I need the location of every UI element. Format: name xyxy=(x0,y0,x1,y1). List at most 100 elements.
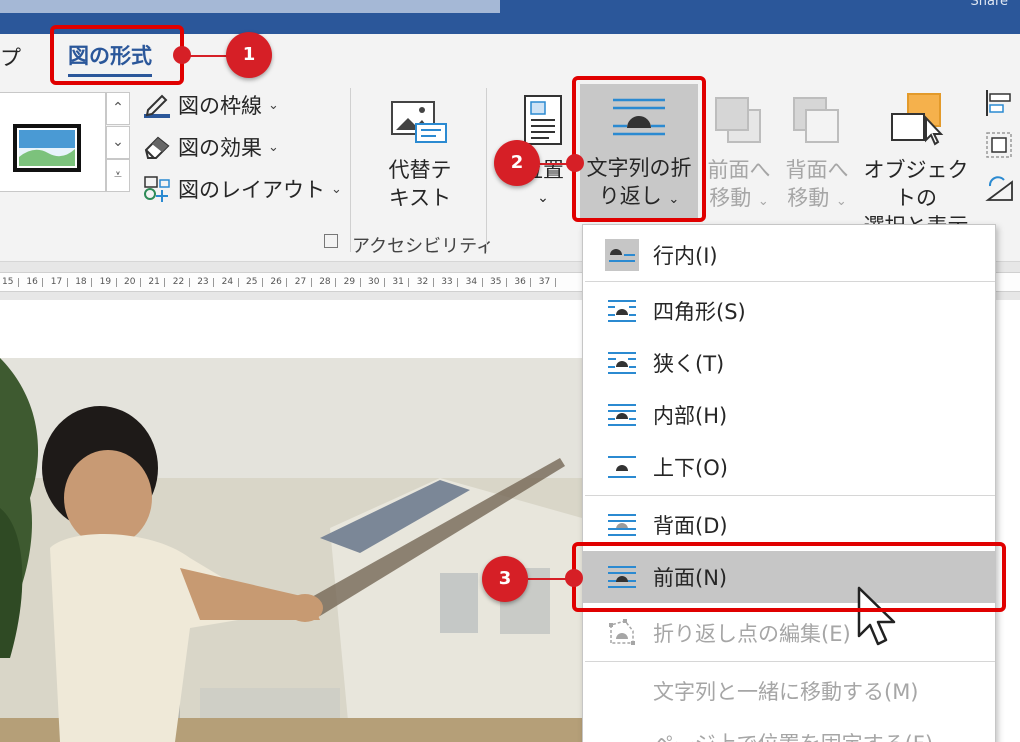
chevron-down-icon: ⌄ xyxy=(331,181,342,197)
menu-item-edit-wrap-points-label: 折り返し点の編集(E) xyxy=(653,622,851,646)
ruler-tick-mark xyxy=(115,278,117,287)
ruler-tick-label: 23 xyxy=(197,277,209,287)
ruler-tick-mark xyxy=(457,278,459,287)
ruler-tick-label: 30 xyxy=(368,277,380,287)
selection-pane-label-line1: オブジェクトの xyxy=(863,158,969,210)
ruler-tick-mark xyxy=(213,278,215,287)
ruler-tick-mark xyxy=(481,278,483,287)
ruler-tick-mark xyxy=(384,278,385,287)
gallery-more-button[interactable]: ⩡ xyxy=(106,159,130,192)
callout-dot xyxy=(565,569,583,587)
ruler-tick-mark xyxy=(530,278,532,287)
menu-item-square[interactable]: 四角形(S) xyxy=(583,285,995,337)
callout-box-picture-format-tab xyxy=(50,25,184,85)
picture-layout-button[interactable]: 図のレイアウト ⌄ xyxy=(142,172,342,206)
inserted-photo[interactable] xyxy=(0,358,582,742)
picture-border-label: 図の枠線 xyxy=(178,94,262,118)
ruler-tick-label: 19 xyxy=(99,277,112,287)
menu-item-fix-position[interactable]: ページ上で位置を固定する(F) xyxy=(583,717,995,742)
menu-item-inline-label: 行内(I) xyxy=(653,244,718,268)
bring-forward-icon xyxy=(715,97,761,143)
menu-item-top-bottom[interactable]: 上下(O) xyxy=(583,441,995,493)
menu-item-fix-position-label: ページ上で位置を固定する(F) xyxy=(653,728,933,742)
callout-dot xyxy=(173,46,191,64)
ruler-tick-label: 29 xyxy=(343,277,356,287)
ruler-tick-label: 18 xyxy=(75,277,87,287)
ruler-tick-label: 26 xyxy=(270,277,282,287)
menu-separator xyxy=(585,661,995,662)
ruler-tick-label: 16 xyxy=(26,277,38,287)
ruler-tick-label: 37 xyxy=(538,277,551,287)
ruler-tick-mark xyxy=(18,278,19,287)
ruler-tick-mark xyxy=(42,278,44,287)
ruler-tick-label: 34 xyxy=(465,277,478,287)
ruler-tick-label: 17 xyxy=(50,277,63,287)
menu-item-inline[interactable]: 行内(I) xyxy=(583,229,995,281)
alt-text-icon xyxy=(391,101,447,143)
ruler-tick-mark xyxy=(432,278,434,287)
callout-dot xyxy=(566,154,584,172)
menu-item-move-with-text[interactable]: 文字列と一緒に移動する(M) xyxy=(583,665,995,717)
ruler-tick-mark xyxy=(164,278,166,287)
ruler-tick-mark xyxy=(506,278,507,287)
position-icon xyxy=(524,95,562,145)
menu-item-top-bottom-label: 上下(O) xyxy=(653,456,728,480)
ruler-tick-mark xyxy=(286,278,288,287)
edit-wrap-points-icon xyxy=(609,619,635,645)
ruler-tick-label: 22 xyxy=(172,277,185,287)
through-wrap-icon xyxy=(608,404,636,426)
bring-forward-button[interactable]: 前面へ 移動 ⌄ xyxy=(702,88,776,218)
menu-item-tight-label: 狭く(T) xyxy=(653,352,725,376)
menu-item-through-label: 内部(H) xyxy=(653,404,728,428)
ruler-tick-mark xyxy=(335,278,337,287)
ruler-tick-mark xyxy=(188,278,190,287)
menu-separator xyxy=(585,495,995,496)
selection-pane-button[interactable]: オブジェクトの 選択と表示 xyxy=(856,88,976,238)
wrap-text-menu: 行内(I) 四角形(S) 狭く(T) 内部(H) 上下(O) 背面(D) 前面(… xyxy=(582,224,996,742)
ruler-tick-mark xyxy=(237,278,239,287)
ruler-tick-label: 20 xyxy=(124,277,136,287)
bring-forward-label-line1: 前面へ xyxy=(707,158,771,182)
gallery-scroll-down-button[interactable]: ⌄ xyxy=(106,126,130,159)
picture-effects-button[interactable]: 図の効果 ⌄ xyxy=(142,130,279,164)
search-box[interactable] xyxy=(0,0,500,13)
menu-item-square-label: 四角形(S) xyxy=(653,300,746,324)
picture-style-thumbnail-icon xyxy=(13,124,81,172)
align-icon[interactable] xyxy=(984,88,1014,118)
send-backward-button[interactable]: 背面へ 移動 ⌄ xyxy=(778,88,856,218)
ruler-tick-mark xyxy=(66,278,68,287)
callout-badge-2: 2 xyxy=(494,140,540,186)
ruler-tick-label: 28 xyxy=(319,277,331,287)
selection-pane-icon xyxy=(891,93,944,146)
picture-border-button[interactable]: 図の枠線 ⌄ xyxy=(142,88,279,122)
picture-style-gallery[interactable] xyxy=(0,92,106,192)
menu-item-through[interactable]: 内部(H) xyxy=(583,389,995,441)
chevron-down-icon: ⌄ xyxy=(268,97,279,113)
gallery-scroll-up-button[interactable]: ⌃ xyxy=(106,92,130,125)
share-button-fragment[interactable]: Share xyxy=(970,0,1008,9)
ruler-tick-mark xyxy=(359,278,361,287)
dialog-launcher-icon[interactable] xyxy=(324,234,338,248)
ruler-tick-label: 25 xyxy=(246,277,258,287)
bring-forward-label-line2: 移動 xyxy=(709,186,752,210)
ruler-tick-mark xyxy=(91,278,93,287)
ruler-tick-label: 36 xyxy=(514,277,526,287)
group-objects-icon[interactable] xyxy=(984,130,1014,160)
alt-text-button[interactable]: 代替テ キスト xyxy=(372,88,468,218)
menu-item-move-with-text-label: 文字列と一緒に移動する(M) xyxy=(653,680,919,704)
picture-effects-label: 図の効果 xyxy=(178,136,262,160)
rotate-icon[interactable] xyxy=(984,172,1014,202)
ruler-tick-mark xyxy=(554,278,556,287)
behind-text-icon xyxy=(608,514,636,536)
accessibility-group-label: アクセシビリティ xyxy=(352,236,495,257)
chevron-down-icon: ⌄ xyxy=(268,139,279,155)
menu-item-behind-text-label: 背面(D) xyxy=(653,514,728,538)
ruler-tick-mark xyxy=(140,278,141,287)
ruler-tick-label: 27 xyxy=(294,277,307,287)
picture-layout-label: 図のレイアウト xyxy=(178,178,325,202)
tab-previous[interactable]: プ xyxy=(0,42,21,72)
ruler-tick-label: 21 xyxy=(148,277,160,287)
menu-item-tight[interactable]: 狭く(T) xyxy=(583,337,995,389)
menu-item-edit-wrap-points[interactable]: 折り返し点の編集(E) xyxy=(583,607,995,659)
ruler-tick-mark xyxy=(310,278,312,287)
